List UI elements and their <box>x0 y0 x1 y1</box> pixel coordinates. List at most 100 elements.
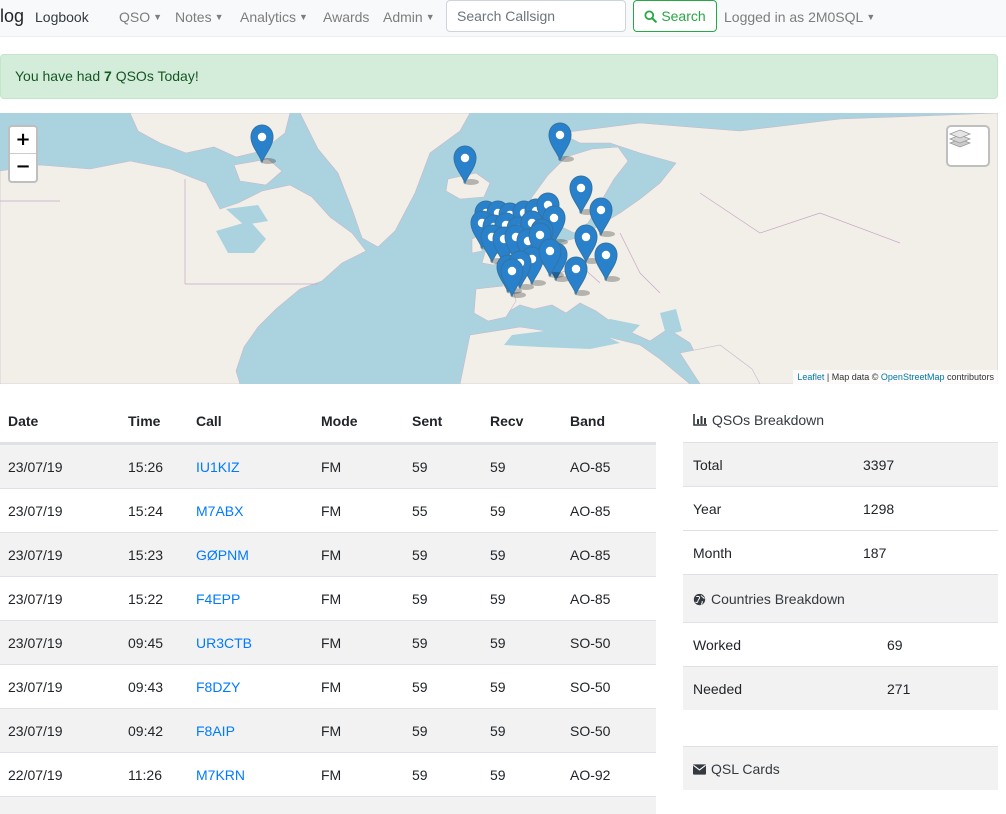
qso-map[interactable]: + − Leaflet | Map data © OpenStreetMap c… <box>0 113 998 384</box>
nav-admin-dropdown[interactable]: Admin ▼ <box>383 9 435 25</box>
table-row-partial <box>0 796 656 814</box>
cell-mode: FM <box>321 679 342 695</box>
user-menu-label: Logged in as 2M0SQL <box>724 9 864 25</box>
cell-date: 23/07/19 <box>8 679 63 695</box>
stat-value: 1298 <box>863 501 895 517</box>
cell-band: SO-50 <box>570 635 611 651</box>
countries-breakdown-title-text: Countries Breakdown <box>711 591 845 607</box>
cell-band: AO-85 <box>570 503 611 519</box>
cell-mode: FM <box>321 547 342 563</box>
search-icon <box>644 9 658 23</box>
cell-mode: FM <box>321 723 342 739</box>
search-button[interactable]: Search <box>633 0 717 32</box>
qsos-breakdown-title: QSOs Breakdown <box>693 398 824 442</box>
qso-table: Date Time Call Mode Sent Recv Band 23/07… <box>0 400 656 814</box>
table-row: 23/07/19 09:42 F8AIP FM 59 59 SO-50 <box>0 708 656 752</box>
cell-time: 09:45 <box>128 635 164 651</box>
cell-recv: 59 <box>490 723 506 739</box>
cell-mode: FM <box>321 459 342 475</box>
cell-band: SO-50 <box>570 723 611 739</box>
nav-notes-dropdown[interactable]: Notes ▼ <box>175 9 224 25</box>
cell-recv: 59 <box>490 547 506 563</box>
header-sent: Sent <box>412 413 443 429</box>
table-row: 23/07/19 15:23 GØPNM FM 59 59 AO-85 <box>0 532 656 576</box>
user-menu-dropdown[interactable]: Logged in as 2M0SQL ▼ <box>724 9 875 25</box>
callsign-link[interactable]: GØPNM <box>196 533 249 577</box>
table-row: 23/07/19 09:43 F8DZY FM 59 59 SO-50 <box>0 664 656 708</box>
cell-time: 15:24 <box>128 503 164 519</box>
cell-band: SO-50 <box>570 679 611 695</box>
nav-logbook[interactable]: Logbook <box>35 9 89 25</box>
nav-admin-label: Admin <box>383 9 423 25</box>
cell-recv: 59 <box>490 459 506 475</box>
qso-markers-layer <box>250 122 620 298</box>
attribution-text: | Map data © <box>824 372 881 382</box>
callsign-link[interactable]: F8AIP <box>196 709 235 753</box>
brand-logo[interactable]: log <box>0 6 24 27</box>
caret-down-icon: ▼ <box>866 12 876 22</box>
cell-band: AO-92 <box>570 767 611 783</box>
cell-time: 15:22 <box>128 591 164 607</box>
stat-label: Worked <box>693 637 741 653</box>
cell-sent: 59 <box>412 459 428 475</box>
nav-analytics-dropdown[interactable]: Analytics ▼ <box>240 9 308 25</box>
cell-recv: 59 <box>490 767 506 783</box>
cell-recv: 59 <box>490 503 506 519</box>
cell-sent: 59 <box>412 723 428 739</box>
caret-down-icon: ▼ <box>299 12 308 22</box>
nav-qso-label: QSO <box>119 9 151 25</box>
table-row: 23/07/19 09:45 UR3CTB FM 59 59 SO-50 <box>0 620 656 664</box>
cell-time: 09:43 <box>128 679 164 695</box>
stat-row-needed: Needed 271 <box>683 666 998 710</box>
cell-recv: 59 <box>490 679 506 695</box>
header-call: Call <box>196 413 222 429</box>
stat-label: Month <box>693 545 732 561</box>
map-marker-icon[interactable] <box>548 122 574 162</box>
cell-date: 23/07/19 <box>8 635 63 651</box>
callsign-link[interactable]: IU1KIZ <box>196 445 240 489</box>
callsign-link[interactable]: M7KRN <box>196 753 245 797</box>
cell-date: 23/07/19 <box>8 503 63 519</box>
cell-date: 22/07/19 <box>8 767 63 783</box>
nav-awards[interactable]: Awards <box>323 9 369 25</box>
callsign-link[interactable]: M7ABX <box>196 489 243 533</box>
map-marker-icon[interactable] <box>453 145 479 185</box>
callsign-link[interactable]: UR3CTB <box>196 621 252 665</box>
caret-down-icon: ▼ <box>153 12 163 22</box>
openstreetmap-link[interactable]: OpenStreetMap <box>881 372 945 382</box>
alert-count: 7 <box>104 68 112 84</box>
nav-awards-label: Awards <box>323 9 370 25</box>
cell-date: 23/07/19 <box>8 547 63 563</box>
map-marker-icon[interactable] <box>250 124 276 164</box>
cell-time: 15:26 <box>128 459 164 475</box>
callsign-link[interactable]: F4EPP <box>196 577 240 621</box>
leaflet-link[interactable]: Leaflet <box>797 372 824 382</box>
callsign-link[interactable]: F8DZY <box>196 665 240 709</box>
cell-mode: FM <box>321 503 342 519</box>
nav-qso-dropdown[interactable]: QSO ▼ <box>119 9 162 25</box>
cell-band: AO-85 <box>570 547 611 563</box>
cell-recv: 59 <box>490 591 506 607</box>
caret-down-icon: ▼ <box>214 12 224 22</box>
search-button-label: Search <box>661 8 706 24</box>
qsos-breakdown-header: QSOs Breakdown <box>683 398 998 442</box>
qsos-today-alert: You have had 7 QSOs Today! <box>0 54 998 99</box>
cell-recv: 59 <box>490 635 506 651</box>
stat-value: 3397 <box>863 457 895 473</box>
cell-time: 15:23 <box>128 547 164 563</box>
header-band: Band <box>570 413 605 429</box>
cell-date: 23/07/19 <box>8 591 63 607</box>
map-marker-icon[interactable] <box>594 242 620 282</box>
bar-chart-icon <box>693 414 707 426</box>
cell-sent: 59 <box>412 591 428 607</box>
cell-band: AO-85 <box>570 459 611 475</box>
cell-sent: 55 <box>412 503 428 519</box>
caret-down-icon: ▼ <box>425 12 435 22</box>
table-row: 23/07/19 15:22 F4EPP FM 59 59 AO-85 <box>0 576 656 620</box>
search-callsign-input[interactable] <box>446 0 626 32</box>
countries-breakdown-title: Countries Breakdown <box>693 575 845 623</box>
cell-sent: 59 <box>412 547 428 563</box>
cell-mode: FM <box>321 767 342 783</box>
table-header-row: Date Time Call Mode Sent Recv Band <box>0 400 656 444</box>
